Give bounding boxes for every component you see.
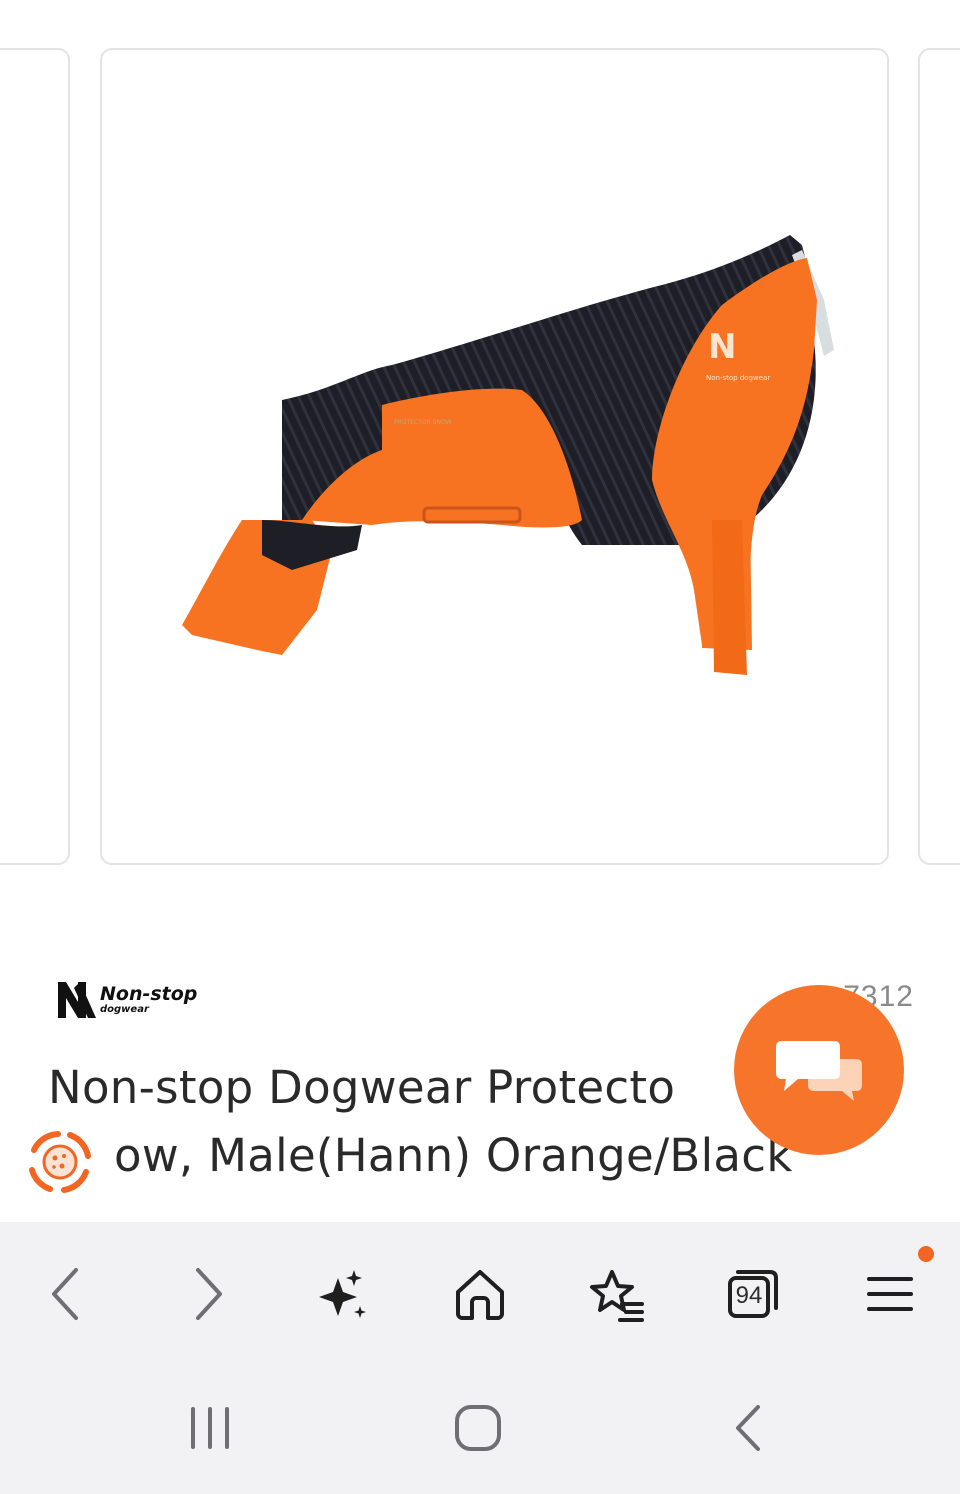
brand-logo[interactable]: Non-stop dogwear	[56, 978, 216, 1022]
recent-apps-icon	[191, 1407, 229, 1449]
ai-assistant-button[interactable]	[306, 1258, 378, 1330]
menu-notification-dot	[918, 1246, 934, 1262]
home-button[interactable]	[444, 1258, 516, 1330]
suit-label-text: PROTECTOR SNOW	[394, 419, 452, 426]
forward-button[interactable]	[172, 1258, 244, 1330]
back-arrow-icon	[736, 1405, 760, 1451]
chat-button[interactable]	[734, 985, 904, 1155]
brand-sub: dogwear	[100, 1004, 150, 1015]
carousel-card-next[interactable]	[918, 48, 960, 865]
carousel-card-current[interactable]: N Non-stop dogwear PROTECTOR SNOW	[100, 48, 889, 865]
tab-count: 94	[735, 1282, 763, 1309]
recent-apps-button[interactable]	[170, 1398, 250, 1458]
chat-bubbles-icon	[776, 1041, 862, 1101]
hamburger-icon	[867, 1277, 913, 1311]
system-navigation-bar	[0, 1362, 960, 1494]
system-back-button[interactable]	[708, 1398, 788, 1458]
back-button[interactable]	[30, 1258, 102, 1330]
tabs-button[interactable]: 94	[716, 1258, 788, 1330]
system-home-button[interactable]	[438, 1398, 518, 1458]
carousel-card-previous[interactable]	[0, 48, 70, 865]
sparkles-icon	[319, 1270, 366, 1318]
home-icon	[456, 1270, 504, 1320]
product-image-carousel[interactable]: N Non-stop dogwear PROTECTOR SNOW	[0, 0, 960, 900]
browser-toolbar: 94	[0, 1222, 960, 1362]
menu-button[interactable]	[854, 1258, 926, 1330]
rewards-widget-icon[interactable]	[18, 1120, 102, 1204]
bookmarks-button[interactable]	[580, 1258, 652, 1330]
chevron-right-icon	[196, 1268, 222, 1320]
product-image: N Non-stop dogwear PROTECTOR SNOW	[182, 235, 834, 675]
chevron-left-icon	[52, 1268, 78, 1320]
svg-text:N: N	[708, 327, 736, 367]
rounded-square-icon	[455, 1405, 501, 1451]
star-list-icon	[590, 1270, 644, 1322]
brand-name: Non-stop	[100, 983, 197, 1005]
suit-logo-text: Non-stop dogwear	[706, 374, 770, 382]
